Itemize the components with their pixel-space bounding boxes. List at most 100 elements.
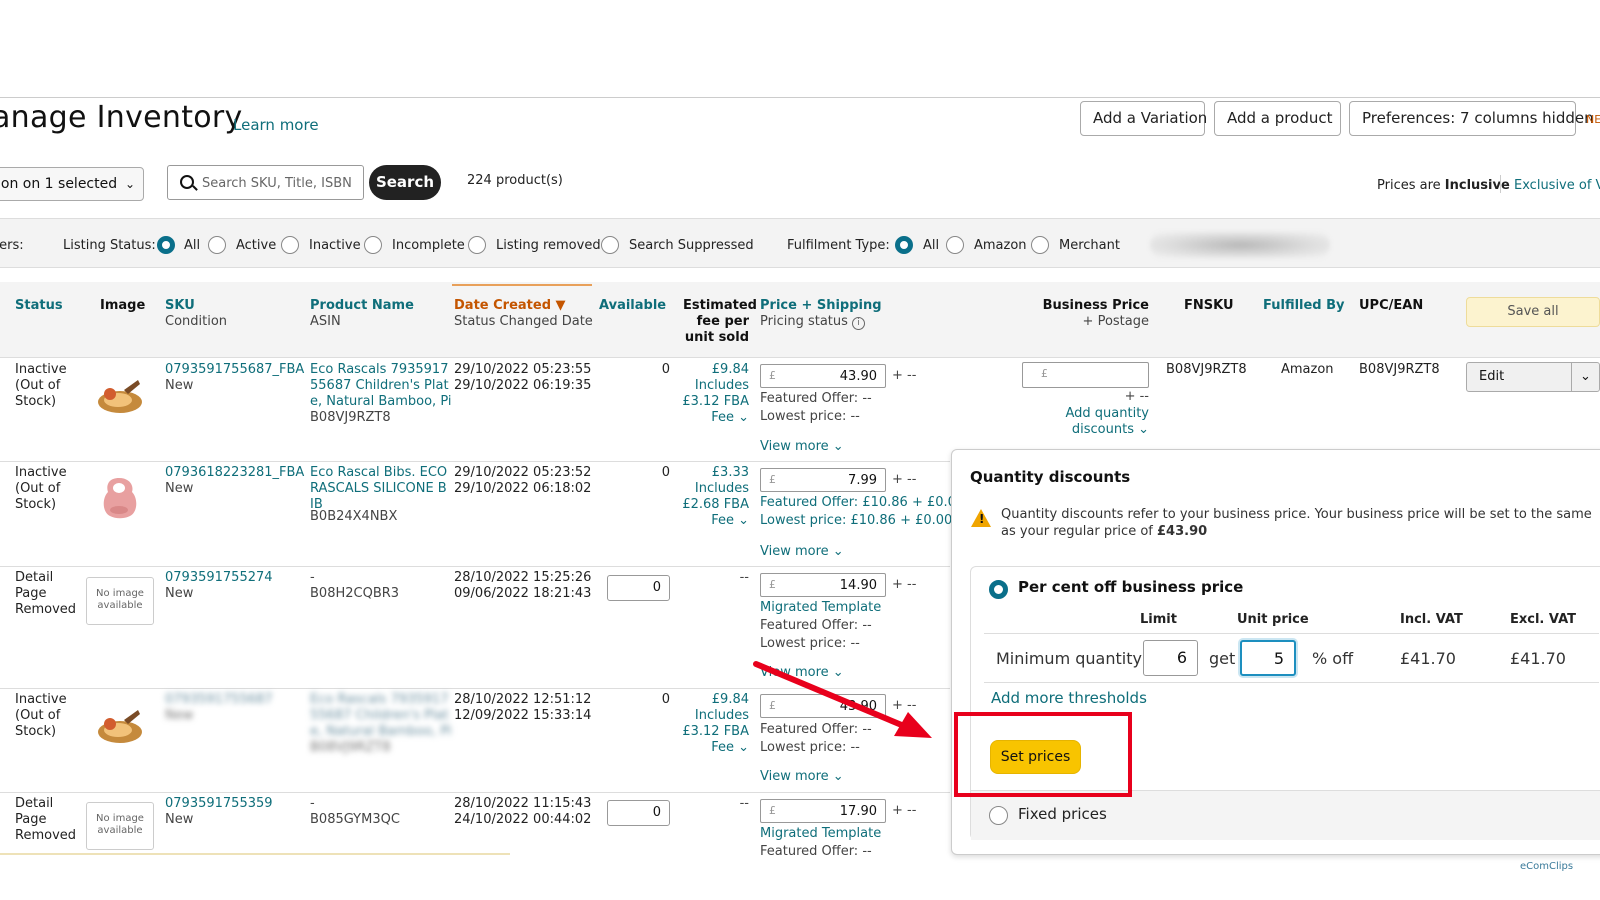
search-input[interactable] [202, 172, 357, 194]
row1-business-price-input[interactable]: £ [1022, 362, 1149, 388]
percent-off-input[interactable]: 5 [1240, 640, 1296, 676]
add-qty-line: Add quantity [1065, 406, 1150, 421]
blurred-filter [1150, 232, 1330, 258]
add-more-thresholds-link[interactable]: Add more thresholds [991, 689, 1147, 707]
listing-status-incomplete-radio[interactable] [364, 236, 382, 254]
col-unit-price: Unit price [1237, 612, 1309, 627]
row2-sku[interactable]: 0793618223281_FBA [165, 465, 304, 481]
row3-template[interactable]: Migrated Template [760, 600, 881, 616]
row1-asin: B08VJ9RZT8 [310, 410, 391, 425]
col-price-shipping[interactable]: Price + Shipping Pricing status i [760, 298, 882, 330]
row1-add-quantity-discounts[interactable]: Add quantity discounts ⌄ [1040, 406, 1150, 438]
add-variation-button[interactable]: Add a Variation [1080, 101, 1207, 136]
row5-sku[interactable]: 0793591755359 [165, 796, 273, 812]
product-image-plate[interactable] [88, 372, 150, 422]
row2-fee[interactable]: £3.33 Includes £2.68 FBA Fee ⌄ [670, 465, 749, 529]
status-line: Detail [15, 796, 54, 811]
no-image-line: No image [96, 813, 144, 824]
product-count: 224 product(s) [467, 173, 563, 188]
row4-view-more[interactable]: View more ⌄ [760, 769, 844, 785]
status-line: Removed [15, 828, 77, 843]
row1-edit-button[interactable]: Edit ⌄ [1466, 362, 1600, 392]
percent-off-label: Per cent off business price [1018, 578, 1244, 596]
listing-status-all-radio[interactable] [157, 236, 175, 254]
row3-asin: B08H2CQBR3 [310, 586, 400, 601]
col-fee-line3: unit sold [684, 330, 749, 345]
row5-date-created: 28/10/2022 11:15:43 [454, 796, 592, 811]
exclusive-vat-link[interactable]: Exclusive of V [1514, 178, 1600, 193]
listing-status-active-radio[interactable] [208, 236, 226, 254]
product-image-plate[interactable] [88, 702, 150, 752]
col-available[interactable]: Available [599, 298, 666, 314]
row5-price-input[interactable]: £17.90 [760, 799, 886, 823]
percent-off-radio[interactable] [989, 580, 1008, 599]
row1-view-more[interactable]: View more ⌄ [760, 439, 844, 455]
col-status[interactable]: Status [15, 298, 63, 314]
row1-condition: New [165, 378, 194, 393]
new-badge: NE [1586, 113, 1600, 126]
row3-featured-offer: Featured Offer: -- [760, 618, 872, 633]
col-asin-label: ASIN [310, 314, 341, 329]
name-line: 55687 Children's Plat [310, 708, 449, 723]
col-sku[interactable]: SKU Condition [165, 298, 227, 330]
prices-prefix: Prices are [1377, 178, 1445, 193]
row4-sku-blurred[interactable]: 0793591755687 [165, 692, 273, 708]
col-business-price: Business Price + Postage [1040, 298, 1149, 330]
row3-available-input[interactable]: 0 [607, 575, 670, 601]
row4-product-name-blurred[interactable]: Eco Rascals 7935917 55687 Children's Plat… [310, 692, 451, 740]
col-business-price-label: Business Price [1042, 298, 1149, 313]
row3-shipping: + -- [892, 577, 917, 592]
row5-available-input[interactable]: 0 [607, 800, 670, 826]
learn-more-link[interactable]: Learn more [233, 116, 319, 134]
row1-product-name[interactable]: Eco Rascals 7935917 55687 Children's Plat… [310, 362, 451, 410]
bottom-progress-line [0, 853, 510, 855]
add-product-button[interactable]: Add a product [1214, 101, 1341, 136]
bulk-action-dropdown[interactable]: ion on 1 selected ⌄ [0, 167, 144, 201]
fee-line: £2.68 FBA [682, 497, 749, 512]
fulfilment-all-radio[interactable] [895, 236, 913, 254]
divider [1500, 175, 1501, 193]
product-image-bib[interactable] [88, 472, 150, 522]
row3-sku[interactable]: 0793591755274 [165, 570, 273, 586]
fixed-prices-radio[interactable] [989, 806, 1008, 825]
listing-status-removed-radio[interactable] [468, 236, 486, 254]
price-value: 43.90 [839, 369, 877, 384]
info-icon[interactable]: i [852, 317, 866, 330]
name-line: Eco Rascal Bibs. ECO [310, 465, 448, 480]
price-value: 14.90 [839, 578, 877, 593]
col-date-created[interactable]: Date Created ▼ Status Changed Date [454, 298, 593, 330]
row1-price-input[interactable]: £43.90 [760, 364, 886, 388]
preferences-button[interactable]: Preferences: 7 columns hidden [1349, 101, 1594, 136]
fulfilment-merchant-radio[interactable] [1031, 236, 1049, 254]
col-product-name[interactable]: Product Name ASIN [310, 298, 414, 330]
listing-status-inactive-radio[interactable] [281, 236, 299, 254]
row1-date-created: 29/10/2022 05:23:55 [454, 362, 592, 377]
name-line: 55687 Children's Plat [310, 378, 449, 393]
row5-template[interactable]: Migrated Template [760, 826, 881, 842]
col-date-created-label: Date Created ▼ [454, 298, 566, 313]
search-button[interactable]: Search [369, 165, 441, 200]
col-fulfilled-by[interactable]: Fulfilled By [1263, 298, 1345, 314]
row4-condition-blurred: New [165, 708, 194, 723]
row2-product-name[interactable]: Eco Rascal Bibs. ECO RASCALS SILICONE B IB [310, 465, 447, 513]
fee-line: Fee ⌄ [711, 513, 749, 528]
row1-fee[interactable]: £9.84 Includes £3.12 FBA Fee ⌄ [670, 362, 749, 426]
row4-fee[interactable]: £9.84 Includes £3.12 FBA Fee ⌄ [670, 692, 749, 756]
minimum-quantity-input[interactable]: 6 [1143, 640, 1198, 676]
fee-line: Includes [694, 378, 749, 393]
fulfilment-amazon-radio[interactable] [946, 236, 964, 254]
row3-price-input[interactable]: £14.90 [760, 573, 886, 597]
row1-fnsku: B08VJ9RZT8 [1166, 362, 1247, 377]
listing-status-suppressed-radio[interactable] [601, 236, 619, 254]
row2-price-input[interactable]: £7.99 [760, 468, 886, 492]
row2-view-more[interactable]: View more ⌄ [760, 544, 844, 560]
listing-status-suppressed-label: Search Suppressed [629, 238, 754, 253]
row1-sku[interactable]: 0793591755687_FBA [165, 362, 304, 378]
save-all-button[interactable]: Save all [1466, 297, 1600, 327]
chevron-down-icon[interactable]: ⌄ [1571, 363, 1599, 391]
row1-featured-offer: Featured Offer: -- [760, 391, 872, 406]
search-box[interactable] [167, 165, 364, 200]
no-image-placeholder: No image available [86, 577, 154, 625]
row1-fulfilled-by: Amazon [1281, 362, 1334, 377]
col-price-label: Price + Shipping [760, 298, 882, 313]
